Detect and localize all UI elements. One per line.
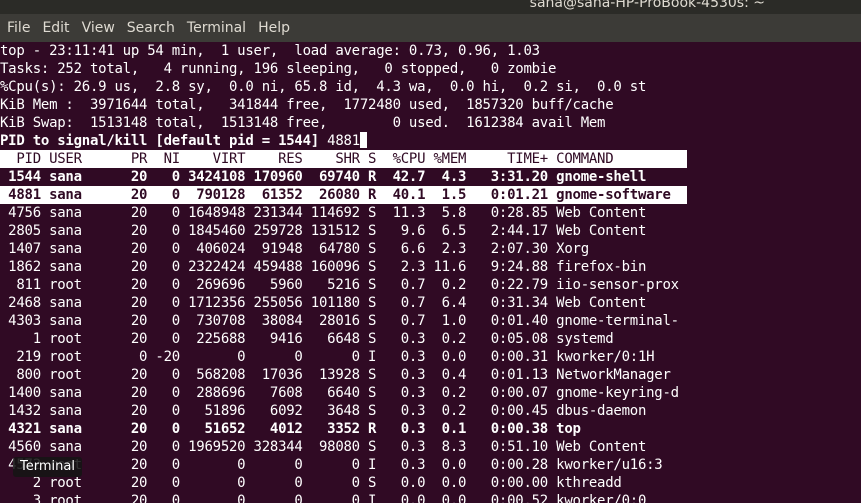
summary-swap-line: KiB Swap: 1513148 total, 1513148 free, 0… bbox=[0, 115, 606, 131]
table-row[interactable]: 4560 sana 20 0 1969520 328344 98080 S 0.… bbox=[0, 438, 646, 456]
text-cursor bbox=[359, 132, 367, 148]
table-row[interactable]: 811 root 20 0 269696 5960 5216 S 0.7 0.2… bbox=[0, 276, 679, 294]
table-row[interactable]: 1400 sana 20 0 288696 7608 6640 S 0.3 0.… bbox=[0, 384, 679, 402]
table-row[interactable]: 219 root 0 -20 0 0 0 I 0.3 0.0 0:00.31 k… bbox=[0, 348, 654, 366]
menu-search[interactable]: Search bbox=[121, 20, 181, 36]
summary-mem-line: KiB Mem : 3971644 total, 341844 free, 17… bbox=[0, 97, 614, 113]
menu-file[interactable]: File bbox=[0, 20, 36, 36]
table-row[interactable]: 1407 sana 20 0 406024 91948 64780 S 6.6 … bbox=[0, 240, 589, 258]
menu-terminal[interactable]: Terminal bbox=[181, 20, 252, 36]
table-row[interactable]: 2468 sana 20 0 1712356 255056 101180 S 0… bbox=[0, 294, 646, 312]
title-bar[interactable]: sana@sana-HP-ProBook-4530s: ~ bbox=[0, 0, 861, 14]
table-row[interactable]: 4321 sana 20 0 51652 4012 3352 R 0.3 0.1… bbox=[0, 420, 581, 438]
kill-prompt: PID to signal/kill [default pid = 1544] … bbox=[0, 132, 367, 150]
table-row[interactable]: 2805 sana 20 0 1845460 259728 131512 S 9… bbox=[0, 222, 646, 240]
table-row[interactable]: 4756 sana 20 0 1648948 231344 114692 S 1… bbox=[0, 204, 646, 222]
menu-bar: File Edit View Search Terminal Help bbox=[0, 14, 861, 42]
kill-pid-input[interactable]: 4881 bbox=[327, 133, 360, 149]
terminal-tooltip: Terminal bbox=[13, 457, 82, 477]
table-row[interactable]: 1862 sana 20 0 2322424 459488 160096 S 2… bbox=[0, 258, 646, 276]
table-row[interactable]: 4572 root 20 0 0 0 0 I 0.3 0.0 0:00.28 k… bbox=[0, 456, 663, 474]
menu-view[interactable]: View bbox=[76, 20, 121, 36]
table-row-selected[interactable]: 4881 sana 20 0 790128 61352 26080 R 40.1… bbox=[0, 186, 688, 204]
table-row[interactable]: 1432 sana 20 0 51896 6092 3648 S 0.3 0.2… bbox=[0, 402, 646, 420]
menu-help[interactable]: Help bbox=[252, 20, 296, 36]
terminal-window: sana@sana-HP-ProBook-4530s: ~ File Edit … bbox=[0, 0, 861, 503]
process-table-header[interactable]: PID USER PR NI VIRT RES SHR S %CPU %MEM … bbox=[0, 150, 688, 168]
summary-uptime-line: top - 23:11:41 up 54 min, 1 user, load a… bbox=[0, 43, 540, 59]
table-row[interactable]: 4303 sana 20 0 730708 38084 28016 S 0.7 … bbox=[0, 312, 679, 330]
table-row[interactable]: 2 root 20 0 0 0 0 S 0.0 0.0 0:00.00 kthr… bbox=[0, 474, 622, 492]
terminal-output[interactable]: top - 23:11:41 up 54 min, 1 user, load a… bbox=[0, 42, 861, 503]
menu-edit[interactable]: Edit bbox=[36, 20, 75, 36]
table-row[interactable]: 1544 sana 20 0 3424108 170960 69740 R 42… bbox=[0, 168, 646, 186]
table-row[interactable]: 1 root 20 0 225688 9416 6648 S 0.3 0.2 0… bbox=[0, 330, 614, 348]
kill-prompt-label: PID to signal/kill [default pid = 1544] bbox=[0, 133, 328, 149]
summary-tasks-line: Tasks: 252 total, 4 running, 196 sleepin… bbox=[0, 61, 557, 77]
window-title: sana@sana-HP-ProBook-4530s: ~ bbox=[529, 0, 765, 11]
summary-cpu-line: %Cpu(s): 26.9 us, 2.8 sy, 0.0 ni, 65.8 i… bbox=[0, 79, 647, 95]
table-row[interactable]: 800 root 20 0 568208 17036 13928 S 0.3 0… bbox=[0, 366, 671, 384]
table-row[interactable]: 3 root 20 0 0 0 0 I 0.0 0.0 0:00.52 kwor… bbox=[0, 492, 647, 503]
